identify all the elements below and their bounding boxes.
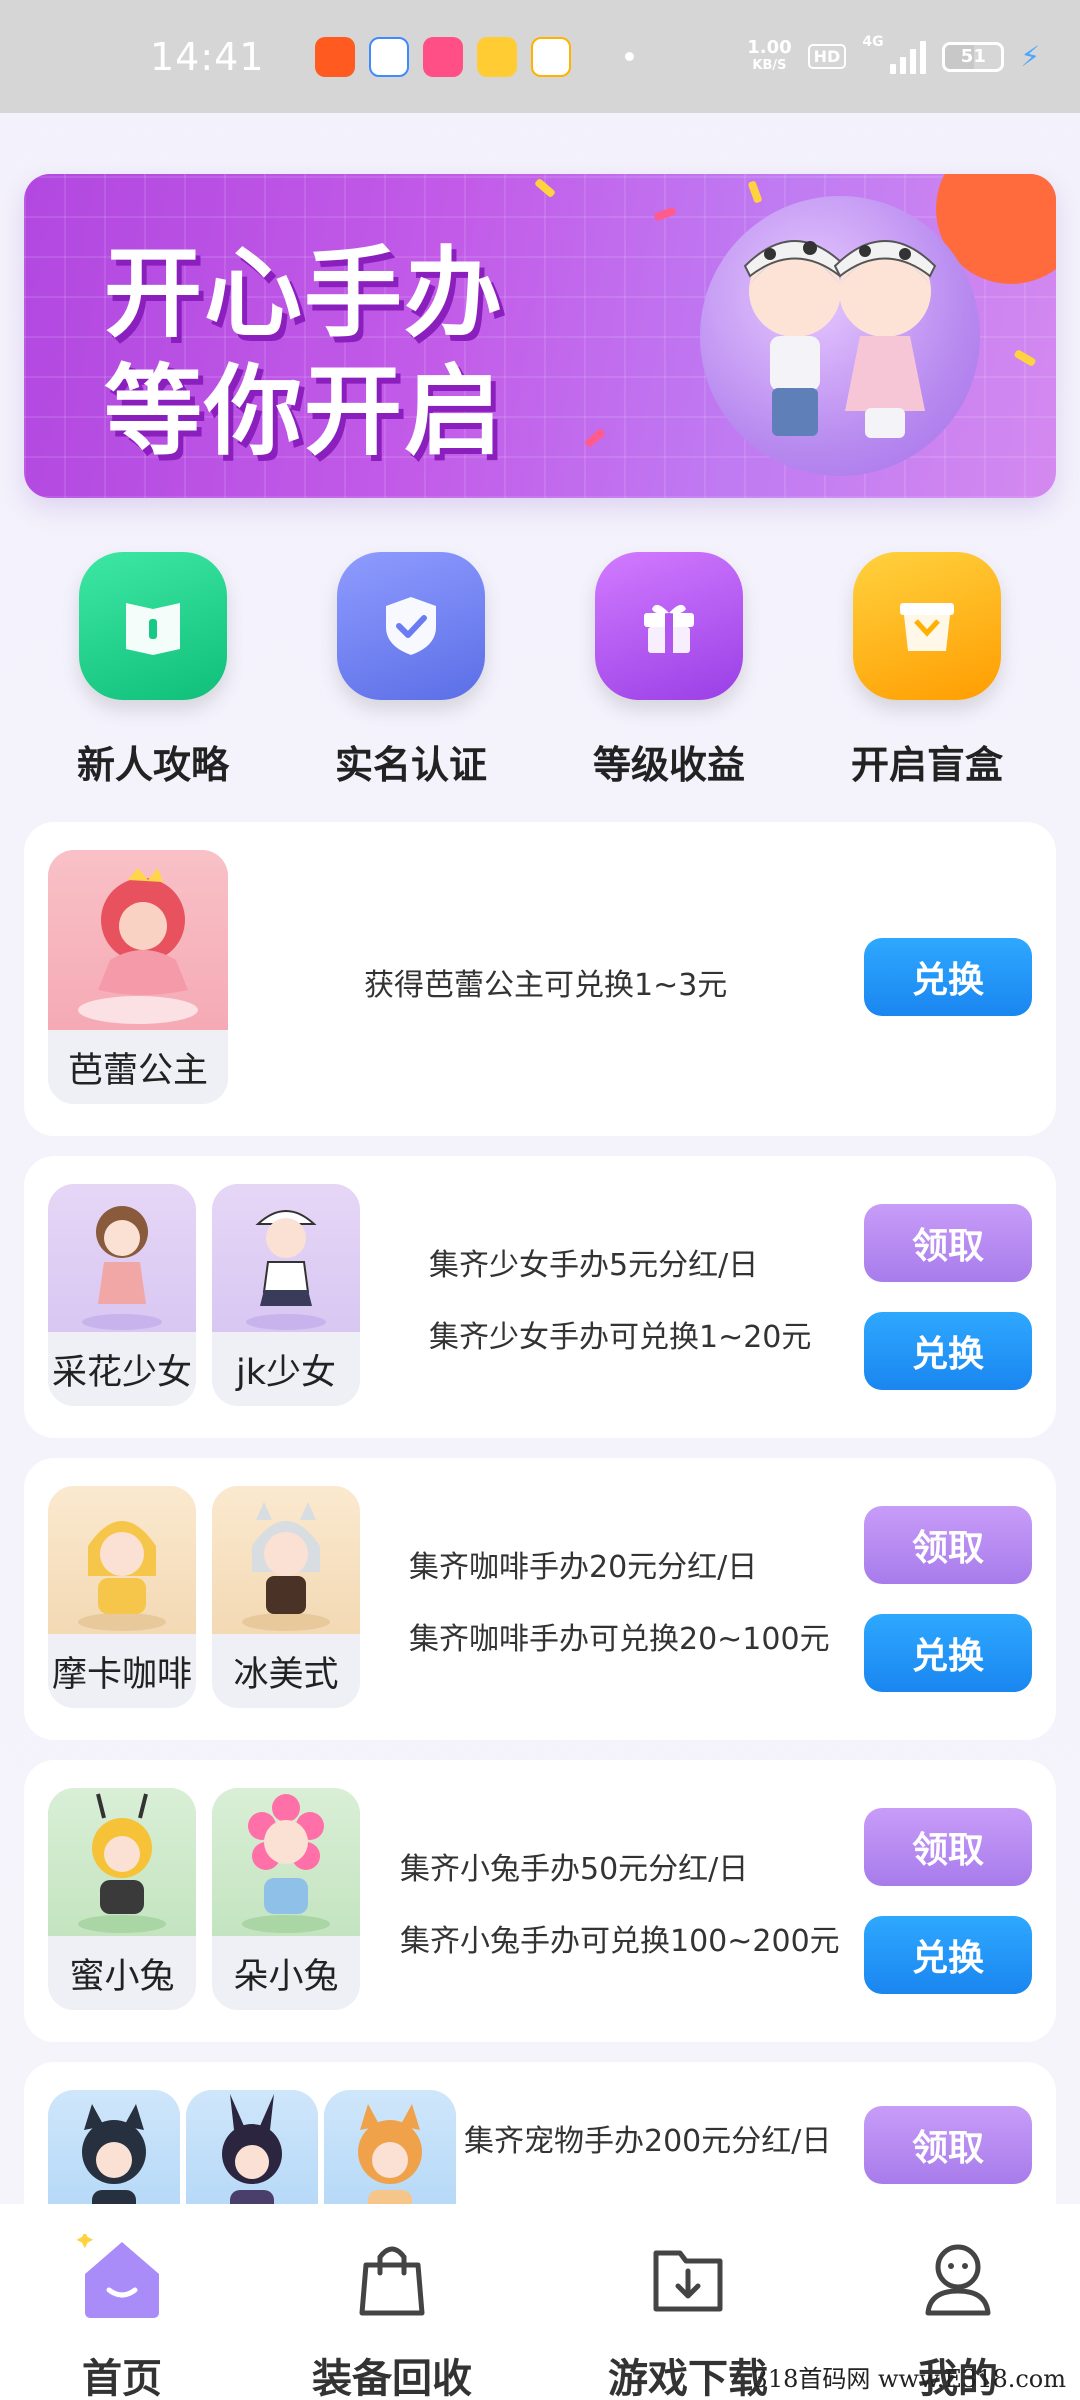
claim-button[interactable]: 领取 xyxy=(864,1204,1032,1282)
status-time: 14:41 xyxy=(150,34,265,79)
network-speed: 1.00 KB/S xyxy=(747,36,792,73)
quick-actions: 新人攻略 实名认证 等级收益 开启盲盒 xyxy=(0,552,1080,792)
exchange-description: 集齐小兔手办可兑换100~200元 xyxy=(400,1924,840,1959)
jk-girl-figure-image xyxy=(246,1210,326,1330)
flower-bunny-figure-image xyxy=(242,1794,330,1933)
exchange-button[interactable]: 兑换 xyxy=(864,938,1032,1016)
dividend-description: 集齐少女手办5元分红/日 xyxy=(429,1248,759,1283)
reward-description: 获得芭蕾公主可兑换1~3元 xyxy=(364,968,728,1003)
dividend-description: 集齐咖啡手办20元分红/日 xyxy=(409,1550,758,1585)
figure-name: 蜜小兔 xyxy=(48,1936,196,2010)
weibo-app-icon xyxy=(476,36,517,77)
figure-name: 采花少女 xyxy=(48,1332,196,1406)
book-icon xyxy=(79,552,227,700)
exchange-description: 集齐咖啡手办可兑换20~100元 xyxy=(409,1622,830,1657)
download-folder-icon xyxy=(643,2234,733,2324)
promo-banner[interactable]: 开心手办 等你开启 xyxy=(24,174,1056,498)
quick-action-level-benefits[interactable]: 等级收益 xyxy=(569,552,769,789)
more-notifications-dot xyxy=(624,52,634,61)
figure-name: 朵小兔 xyxy=(212,1936,360,2010)
nav-item-equipment-recycle[interactable]: 装备回收 xyxy=(282,2204,502,2400)
reward-card-ballet: 芭蕾公主 获得芭蕾公主可兑换1~3元 兑换 xyxy=(24,822,1056,1136)
exchange-button[interactable]: 兑换 xyxy=(864,1916,1032,1994)
iced-americano-figure-image xyxy=(242,1502,330,1631)
exchange-description: 集齐少女手办可兑换1~20元 xyxy=(429,1320,812,1355)
mocha-coffee-figure-image xyxy=(78,1521,166,1631)
ballet-princess-figure-image xyxy=(78,868,198,1024)
flower-girl-figure-image xyxy=(82,1206,162,1330)
bottom-navigation: 首页 装备回收 游戏下载 我的 318首码网 www.E318.com xyxy=(0,2204,1080,2400)
figure-name: 摩卡咖啡 xyxy=(48,1634,196,1708)
signal-icon: 4G xyxy=(862,34,927,74)
nav-item-home[interactable]: 首页 xyxy=(12,2204,232,2400)
wallet-app-icon xyxy=(530,36,571,77)
quick-action-newbie-guide[interactable]: 新人攻略 xyxy=(53,552,253,789)
gift-icon xyxy=(595,552,743,700)
status-bar: 14:41 1.00 KB/S HD 4G 51 ⚡ xyxy=(0,0,1080,113)
dividend-description: 集齐小兔手办50元分红/日 xyxy=(400,1852,749,1887)
nav-label: 装备回收 xyxy=(312,2356,472,2400)
exchange-button[interactable]: 兑换 xyxy=(864,1312,1032,1390)
figure-name: 芭蕾公主 xyxy=(48,1030,228,1104)
figure-name: 冰美式 xyxy=(212,1634,360,1708)
charging-icon: ⚡ xyxy=(1020,40,1040,73)
home-icon xyxy=(77,2234,167,2324)
figure-thumbnail[interactable]: 摩卡咖啡 xyxy=(48,1486,196,1708)
figure-thumbnail[interactable]: 朵小兔 xyxy=(212,1788,360,2010)
banner-figure-circle xyxy=(700,196,980,476)
claim-button[interactable]: 领取 xyxy=(864,1506,1032,1584)
honey-bunny-figure-image xyxy=(78,1793,166,1933)
blind-box-icon xyxy=(853,552,1001,700)
claim-button[interactable]: 领取 xyxy=(864,1808,1032,1886)
watermark-text: 318首码网 www.E318.com xyxy=(752,2365,1066,2393)
figure-thumbnail[interactable]: 芭蕾公主 xyxy=(48,850,228,1104)
user-icon xyxy=(913,2234,1003,2324)
reward-card-girls: 采花少女 jk少女 集齐少女手办5元分红/日 集齐少女手办可兑换1~20元 领取… xyxy=(24,1156,1056,1438)
figure-thumbnail[interactable]: 蜜小兔 xyxy=(48,1788,196,2010)
bilibili-app-icon xyxy=(422,36,463,77)
quick-action-real-name-auth[interactable]: 实名认证 xyxy=(311,552,511,789)
banner-title-line2: 等你开启 xyxy=(104,355,505,469)
hd-icon: HD xyxy=(807,44,847,69)
taobao-app-icon xyxy=(314,36,355,77)
quick-action-open-blind-box[interactable]: 开启盲盒 xyxy=(827,552,1027,789)
figure-name: jk少女 xyxy=(212,1332,360,1406)
battery-icon: 51 xyxy=(942,41,1005,72)
shield-check-icon xyxy=(337,552,485,700)
dividend-description: 集齐宠物手办200元分红/日 xyxy=(464,2124,832,2159)
figure-thumbnail[interactable]: 冰美式 xyxy=(212,1486,360,1708)
claim-button[interactable]: 领取 xyxy=(864,2106,1032,2184)
status-system-icons: 1.00 KB/S HD 4G 51 ⚡ xyxy=(747,34,1040,75)
couple-figures-illustration xyxy=(743,240,937,438)
reward-card-coffee: 摩卡咖啡 冰美式 集齐咖啡手办20元分红/日 集齐咖啡手办可兑换20~100元 … xyxy=(24,1458,1056,1740)
nav-label: 首页 xyxy=(82,2356,162,2400)
figure-thumbnail[interactable]: 采花少女 xyxy=(48,1184,196,1406)
exchange-button[interactable]: 兑换 xyxy=(864,1614,1032,1692)
shopping-bag-icon xyxy=(347,2234,437,2324)
browser-app-icon xyxy=(368,36,409,77)
figure-thumbnail[interactable]: jk少女 xyxy=(212,1184,360,1406)
status-notification-icons xyxy=(314,36,634,77)
reward-card-bunny: 蜜小兔 朵小兔 集齐小兔手办50元分红/日 集齐小兔手办可兑换100~200元 … xyxy=(24,1760,1056,2042)
